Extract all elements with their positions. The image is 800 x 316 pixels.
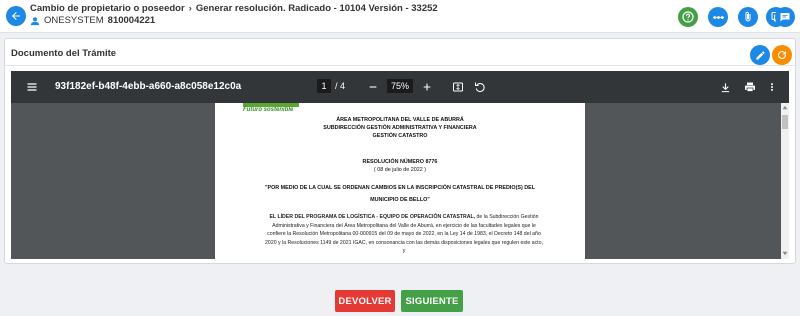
attachment-icon xyxy=(745,11,751,22)
zoom-in-button[interactable] xyxy=(421,80,433,94)
person-icon xyxy=(30,16,40,25)
body-line-2: Administrativa y Financiera del Área Met… xyxy=(272,222,536,229)
flow-button[interactable] xyxy=(708,7,728,27)
body-line-3: confiere la Resolución Metropolitana 00-… xyxy=(267,231,541,237)
zoom-input[interactable]: 75% xyxy=(387,79,413,93)
subject-line-1: "POR MEDIO DE LA CUAL SE ORDENAN CAMBIOS… xyxy=(264,185,536,191)
hamburger-icon xyxy=(27,83,37,91)
logo-text: Futuro sostenible xyxy=(243,107,294,113)
org-line-2: SUBDIRECCIÓN GESTIÓN ADMINISTRATIVA Y FI… xyxy=(323,125,477,131)
attachment-button[interactable] xyxy=(738,7,758,27)
scroll-down-icon xyxy=(782,251,788,256)
user-code: 810004221 xyxy=(107,15,156,26)
return-button[interactable]: DEVOLVER xyxy=(335,290,395,312)
refresh-button[interactable] xyxy=(772,45,792,65)
page-total: / 4 xyxy=(335,81,346,91)
minus-icon xyxy=(369,86,377,88)
more-vert-icon xyxy=(771,83,773,91)
body-bold-text: EL LÍDER DEL PROGRAMA DE LOGÍSTICA - EQU… xyxy=(269,214,476,220)
arrow-left-icon xyxy=(12,12,20,20)
zoom-out-button[interactable] xyxy=(367,80,379,94)
body-line-1-rest: de la Subdirección Gestión xyxy=(475,214,539,220)
org-line-3: GESTIÓN CATASTRO xyxy=(372,133,428,139)
resolution-date: ( 08 de julio de 2022 ) xyxy=(373,167,427,173)
pdf-filename: 93f182ef-b48f-4ebb-a660-a8c058e12c0a xyxy=(55,81,242,92)
scrollbar-thumb[interactable] xyxy=(782,115,788,129)
user-info: ONESYSTEM 810004221 xyxy=(30,15,155,26)
pdf-page: Futuro sostenible ÁREA METROPOLITANA DEL… xyxy=(215,103,585,259)
user-name: ONESYSTEM xyxy=(44,15,104,26)
chevron-right-icon: › xyxy=(188,3,192,14)
top-bar: Cambio de propietario o poseedor › Gener… xyxy=(0,0,800,33)
document-card: Documento del Trámite 93f182ef-b48f-4ebb… xyxy=(4,38,796,264)
comment-icon xyxy=(780,13,790,22)
menu-button[interactable] xyxy=(25,80,39,94)
breadcrumb-item-task: Generar resolución. Radicado - 10104 Ver… xyxy=(195,3,438,14)
pdf-scrollbar[interactable] xyxy=(781,103,789,259)
help-icon xyxy=(682,11,694,23)
pencil-icon xyxy=(755,50,765,60)
body-line-1: EL LÍDER DEL PROGRAMA DE LOGÍSTICA - EQU… xyxy=(259,213,549,222)
plus-icon xyxy=(423,83,431,91)
help-button[interactable] xyxy=(678,7,698,27)
body-line-4: 2020 y la Resoluciones 1149 de 2021 IGAC… xyxy=(265,239,543,246)
breadcrumb: Cambio de propietario o poseedor › Gener… xyxy=(30,3,438,14)
download-icon xyxy=(721,82,729,92)
rotate-button[interactable] xyxy=(473,80,487,94)
body-paragraph: EL LÍDER DEL PROGRAMA DE LOGÍSTICA - EQU… xyxy=(259,213,549,256)
subject-line-2: MUNICIPIO DE BELLO" xyxy=(370,197,430,203)
body-line-5: y xyxy=(402,248,406,254)
flow-icon xyxy=(712,15,724,19)
edit-button[interactable] xyxy=(750,45,770,65)
page-number-input[interactable]: 1 xyxy=(317,79,331,93)
comment-button[interactable] xyxy=(775,7,795,27)
fit-page-icon xyxy=(453,82,463,92)
print-button[interactable] xyxy=(743,80,757,94)
more-options-button[interactable] xyxy=(767,80,777,94)
fit-page-button[interactable] xyxy=(451,80,465,94)
breadcrumb-item-process[interactable]: Cambio de propietario o poseedor xyxy=(30,3,185,14)
back-button[interactable] xyxy=(6,6,26,26)
rotate-icon xyxy=(475,82,485,92)
next-button[interactable]: SIGUIENTE xyxy=(401,290,463,312)
pdf-toolbar: 93f182ef-b48f-4ebb-a660-a8c058e12c0a 1 /… xyxy=(11,71,789,103)
card-title: Documento del Trámite xyxy=(11,48,117,59)
pdf-viewer: 93f182ef-b48f-4ebb-a660-a8c058e12c0a 1 /… xyxy=(11,71,789,259)
card-divider xyxy=(5,65,795,66)
org-line-1: ÁREA METROPOLITANA DEL VALLE DE ABURRÁ xyxy=(336,117,464,123)
resolution-number: RESOLUCIÓN NÚMERO 8776 xyxy=(362,159,438,165)
refresh-icon xyxy=(778,51,787,60)
download-button[interactable] xyxy=(719,80,731,94)
scroll-up-icon xyxy=(782,105,788,110)
print-icon xyxy=(745,82,755,92)
